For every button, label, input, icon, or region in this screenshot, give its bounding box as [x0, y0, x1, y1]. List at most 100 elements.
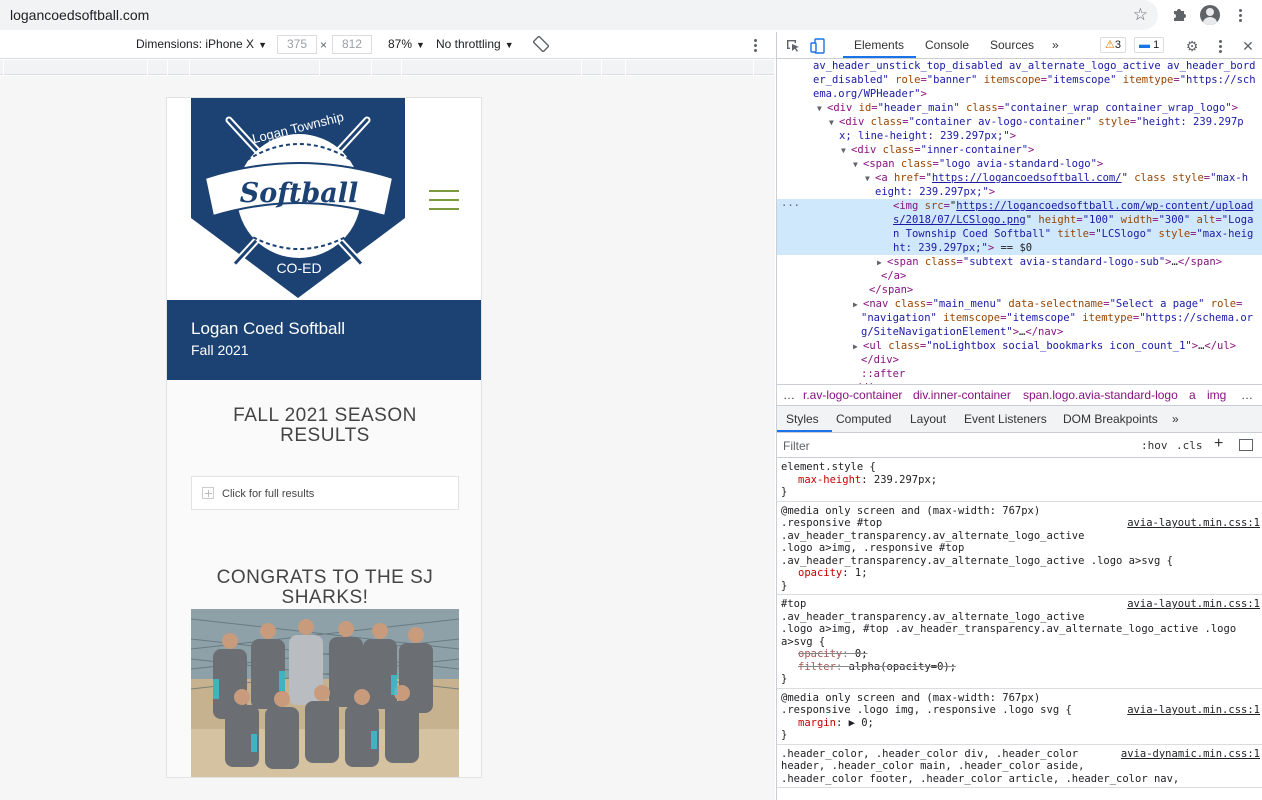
rotate-icon[interactable]: [532, 35, 550, 53]
dom-token: class: [959, 102, 998, 114]
dom-node-line[interactable]: </a>: [777, 269, 1262, 283]
tab-console[interactable]: Console: [925, 38, 969, 52]
css-rule[interactable]: avia-layout.min.css:1 @media only screen …: [777, 502, 1262, 595]
rule-source-link[interactable]: avia-dynamic.min.css:1: [1121, 748, 1260, 761]
height-input[interactable]: 812: [332, 35, 372, 54]
hover-state-toggle[interactable]: :hov: [1141, 439, 1168, 452]
expand-triangle-icon[interactable]: ▼: [817, 102, 827, 116]
dom-token: >: [920, 88, 927, 100]
breadcrumb-item[interactable]: div.inner-container: [913, 388, 1011, 402]
css-rule[interactable]: avia-layout.min.css:1 #top .av_header_tran…: [777, 595, 1262, 689]
media-query-ruler[interactable]: [0, 60, 775, 75]
collapse-triangle-icon[interactable]: ▶: [877, 256, 887, 270]
more-styles-tabs-icon[interactable]: »: [1172, 412, 1179, 426]
dom-node-line[interactable]: ▼ <a href="https://logancoedsoftball.com/…: [777, 171, 1262, 186]
expand-triangle-icon[interactable]: ▼: [841, 144, 851, 158]
css-rule[interactable]: avia-layout.min.css:1 @media only screen …: [777, 689, 1262, 745]
styles-subtab[interactable]: Styles: [786, 412, 819, 426]
styles-subtab[interactable]: Layout: [910, 412, 946, 426]
rule-source-link[interactable]: avia-layout.min.css:1: [1127, 517, 1260, 530]
css-declaration[interactable]: filter: alpha(opacity=0);: [781, 661, 1259, 674]
dom-token: x; line-height: 239.297px;": [839, 130, 1010, 142]
dom-node-line[interactable]: </div>: [777, 353, 1262, 367]
dom-node-line[interactable]: "navigation" itemscope="itemscope" itemt…: [777, 311, 1262, 325]
dom-node-line[interactable]: ▼ <div id="header_main" class="container_…: [777, 101, 1262, 116]
dom-node-line[interactable]: ema.org/WPHeader">: [777, 87, 1262, 101]
browser-menu-icon[interactable]: [1229, 3, 1253, 27]
expand-triangle-icon[interactable]: ▼: [829, 116, 839, 130]
bookmark-star-icon[interactable]: ☆: [1133, 5, 1148, 25]
css-declaration[interactable]: opacity: 1;: [781, 567, 1259, 580]
elements-dom-tree[interactable]: av_header_unstick_top_disabled av_altern…: [777, 59, 1262, 412]
dom-token: >: [1028, 144, 1035, 156]
styles-filter-input[interactable]: Filter: [783, 439, 810, 453]
dom-node-line[interactable]: ▶ <ul class="noLightbox social_bookmarks …: [777, 339, 1262, 354]
dom-token: </span>: [869, 284, 914, 296]
css-rule[interactable]: avia-dynamic.min.css:1 .header_color, .he…: [777, 745, 1262, 788]
dom-node-line[interactable]: ▶ <span class="subtext avia-standard-logo…: [777, 255, 1262, 270]
logo-coed-text: CO-ED: [276, 260, 321, 276]
css-rule[interactable]: element.style {max-height: 239.297px;}: [777, 458, 1262, 502]
dom-node-line[interactable]: er_disabled" role="banner" itemscope="it…: [777, 73, 1262, 87]
dom-node-line[interactable]: ▶ <nav class="main_menu" data-selectname=…: [777, 297, 1262, 312]
collapse-triangle-icon[interactable]: ▶: [853, 340, 863, 354]
dom-node-line[interactable]: av_header_unstick_top_disabled av_altern…: [777, 59, 1262, 73]
profile-avatar-icon[interactable]: [1198, 3, 1222, 27]
expand-triangle-icon[interactable]: ▼: [853, 158, 863, 172]
selected-dom-node-line[interactable]: ht: 239.297px;"> == $0: [777, 241, 1262, 255]
dom-node-line[interactable]: </span>: [777, 283, 1262, 297]
more-tabs-icon[interactable]: »: [1052, 38, 1059, 52]
tab-elements[interactable]: Elements: [854, 38, 904, 52]
css-declaration[interactable]: max-height: 239.297px;: [781, 474, 1259, 487]
throttle-select[interactable]: No throttling ▼: [436, 37, 514, 51]
new-rule-plus-icon[interactable]: +: [1214, 435, 1223, 453]
collapse-triangle-icon[interactable]: ▶: [853, 298, 863, 312]
width-input[interactable]: 375: [277, 35, 317, 54]
results-accordion-toggle[interactable]: Click for full results: [191, 476, 459, 510]
rule-source-link[interactable]: avia-layout.min.css:1: [1127, 704, 1260, 717]
tab-sources[interactable]: Sources: [990, 38, 1034, 52]
hamburger-menu-icon[interactable]: [429, 190, 459, 212]
device-toolbar-menu-icon[interactable]: [754, 39, 757, 52]
dom-token: ema.org/WPHeader": [813, 88, 921, 100]
dom-node-line[interactable]: ▼ <div class="inner-container">: [777, 143, 1262, 158]
styles-subtab[interactable]: Computed: [836, 412, 891, 426]
extensions-puzzle-icon[interactable]: [1167, 3, 1191, 27]
css-declaration[interactable]: margin: ▶ 0;: [781, 717, 1259, 730]
rule-source-link[interactable]: avia-layout.min.css:1: [1127, 598, 1260, 611]
breadcrumb-overflow[interactable]: …: [783, 388, 795, 402]
address-bar[interactable]: logancoedsoftball.com ☆: [0, 0, 1158, 30]
node-actions-ellipsis-icon[interactable]: ···: [781, 199, 800, 213]
dom-node-line[interactable]: x; line-height: 239.297px;">: [777, 129, 1262, 143]
device-select[interactable]: Dimensions: iPhone X ▼: [136, 37, 267, 51]
heading-line: CONGRATS TO THE SJ: [216, 567, 434, 588]
styles-subtab[interactable]: DOM Breakpoints: [1063, 412, 1158, 426]
dom-node-line[interactable]: ::after: [777, 367, 1262, 381]
dom-node-line[interactable]: ▼ <div class="container av-logo-container…: [777, 115, 1262, 130]
messages-badge[interactable]: ▬ 1: [1134, 37, 1165, 53]
selected-dom-node-line[interactable]: s/2018/07/LCSlogo.png" height="100" widt…: [777, 213, 1262, 227]
breadcrumb-overflow[interactable]: …: [1241, 388, 1253, 402]
site-logo[interactable]: Softball Logan Township CO-ED: [189, 98, 407, 298]
devtools-menu-icon[interactable]: [1212, 40, 1228, 56]
class-toggle[interactable]: .cls: [1176, 439, 1203, 452]
breadcrumb-item[interactable]: img: [1207, 388, 1226, 402]
styles-subtab[interactable]: Event Listeners: [964, 412, 1047, 426]
selected-dom-node-line[interactable]: <img src="https://logancoedsoftball.com/…: [777, 199, 1262, 213]
selected-dom-node-line[interactable]: n Township Coed Softball" title="LCSlogo…: [777, 227, 1262, 241]
breadcrumb-item[interactable]: r.av-logo-container: [803, 388, 902, 402]
breadcrumb-item[interactable]: span.logo.avia-standard-logo: [1023, 388, 1178, 402]
dom-node-line[interactable]: g/SiteNavigationElement">…</nav>: [777, 325, 1262, 339]
dom-node-line[interactable]: ▼ <span class="logo avia-standard-logo">: [777, 157, 1262, 172]
zoom-select[interactable]: 87% ▼: [388, 37, 425, 51]
inspect-element-icon[interactable]: [785, 38, 801, 54]
expand-triangle-icon[interactable]: ▼: [865, 172, 875, 186]
settings-gear-icon[interactable]: ⚙: [1184, 38, 1200, 54]
warnings-badge[interactable]: ⚠3: [1100, 37, 1126, 53]
device-toggle-icon[interactable]: [810, 38, 826, 54]
toggle-sidebar-icon[interactable]: [1239, 439, 1253, 451]
close-devtools-icon[interactable]: ✕: [1240, 38, 1256, 54]
dom-node-line[interactable]: eight: 239.297px;">: [777, 185, 1262, 199]
css-declaration[interactable]: opacity: 0;: [781, 648, 1259, 661]
breadcrumb-item[interactable]: a: [1189, 388, 1196, 402]
